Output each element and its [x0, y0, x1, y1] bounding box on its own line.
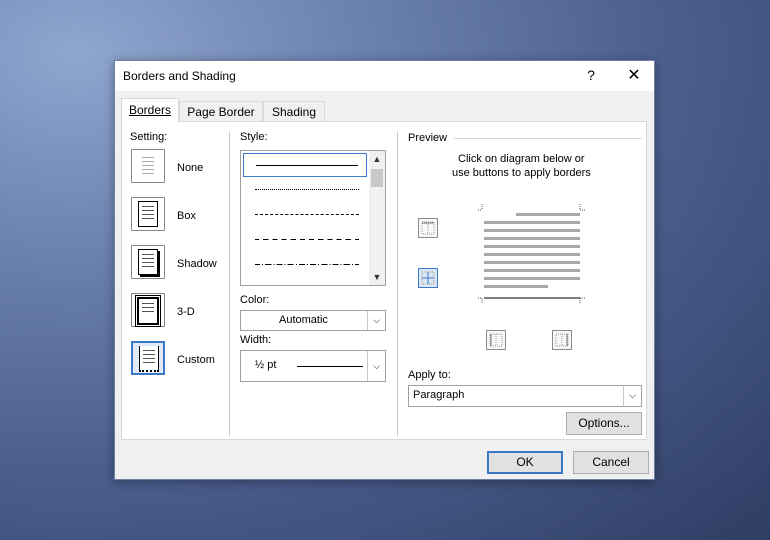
apply-to-value: Paragraph [413, 389, 465, 401]
setting-none-icon[interactable] [131, 149, 165, 183]
scroll-thumb[interactable] [371, 169, 383, 187]
setting-box-label[interactable]: Box [177, 210, 196, 222]
style-option-dash-dot[interactable] [243, 253, 367, 277]
close-icon[interactable]: ✕ [623, 65, 645, 87]
tab-borders[interactable]: Borders [121, 98, 179, 122]
preview-label: Preview [408, 132, 448, 144]
style-option-solid[interactable] [243, 153, 367, 177]
tab-shading-label: Shading [271, 105, 317, 119]
style-option-dashed-small[interactable] [243, 203, 367, 227]
setting-label: Setting: [130, 131, 168, 143]
help-icon[interactable]: ? [581, 67, 601, 85]
width-dropdown[interactable]: ½ pt ⌵ [240, 350, 386, 382]
left-border-icon [489, 333, 503, 347]
setting-3d-icon[interactable] [131, 293, 165, 327]
style-option-dashed[interactable] [243, 228, 367, 252]
setting-custom-icon[interactable] [131, 341, 165, 375]
top-border-button[interactable] [418, 218, 438, 238]
borders-panel: Setting: None Box Shadow 3-D Custom Styl… [121, 121, 647, 440]
borders-and-shading-dialog: Borders and Shading ? ✕ Borders Page Bor… [114, 60, 655, 480]
apply-to-label: Apply to: [408, 369, 451, 381]
preview-instruction-line1: Click on diagram below or [458, 153, 585, 165]
setting-3d-label[interactable]: 3-D [177, 306, 195, 318]
width-line-sample [297, 366, 363, 367]
inside-horizontal-border-icon [421, 271, 435, 285]
tab-page-border-label: Page Border [187, 105, 255, 119]
style-option-dotted[interactable] [243, 178, 367, 202]
setting-custom-label[interactable]: Custom [177, 354, 215, 366]
style-label: Style: [240, 131, 268, 143]
scroll-down-icon[interactable]: ▼ [369, 269, 385, 285]
chevron-down-icon[interactable]: ⌵ [367, 311, 385, 330]
ok-button[interactable]: OK [487, 451, 563, 474]
chevron-down-icon[interactable]: ⌵ [623, 386, 641, 406]
tab-page-border[interactable]: Page Border [179, 101, 263, 121]
cancel-button[interactable]: Cancel [573, 451, 649, 474]
dialog-title: Borders and Shading [123, 69, 236, 83]
setting-shadow-icon[interactable] [131, 245, 165, 279]
right-border-button[interactable] [552, 330, 572, 350]
scroll-up-icon[interactable]: ▲ [369, 151, 385, 167]
tab-borders-label: Borders [128, 103, 172, 117]
color-value: Automatic [279, 314, 328, 326]
width-label: Width: [240, 334, 272, 346]
column-divider-left [229, 132, 230, 436]
preview-group-line [454, 138, 642, 139]
right-border-icon [555, 333, 569, 347]
preview-diagram[interactable] [476, 198, 594, 308]
color-label: Color: [240, 294, 270, 306]
left-border-button[interactable] [486, 330, 506, 350]
column-divider-right [397, 132, 398, 436]
setting-shadow-label[interactable]: Shadow [177, 258, 217, 270]
options-button[interactable]: Options... [566, 412, 642, 435]
style-list[interactable]: ▲ ▼ [240, 150, 386, 286]
setting-none-label[interactable]: None [177, 162, 203, 174]
style-scrollbar[interactable]: ▲ ▼ [369, 151, 385, 285]
top-border-icon [421, 221, 435, 235]
preview-instruction-line2: use buttons to apply borders [452, 167, 591, 179]
title-bar: Borders and Shading ? ✕ [115, 61, 654, 91]
setting-box-icon[interactable] [131, 197, 165, 231]
apply-to-dropdown[interactable]: Paragraph ⌵ [408, 385, 642, 407]
tab-shading[interactable]: Shading [263, 101, 325, 121]
width-value: ½ pt [255, 359, 277, 371]
chevron-down-icon[interactable]: ⌵ [367, 351, 385, 381]
inside-horizontal-border-button[interactable] [418, 268, 438, 288]
color-dropdown[interactable]: Automatic ⌵ [240, 310, 386, 331]
